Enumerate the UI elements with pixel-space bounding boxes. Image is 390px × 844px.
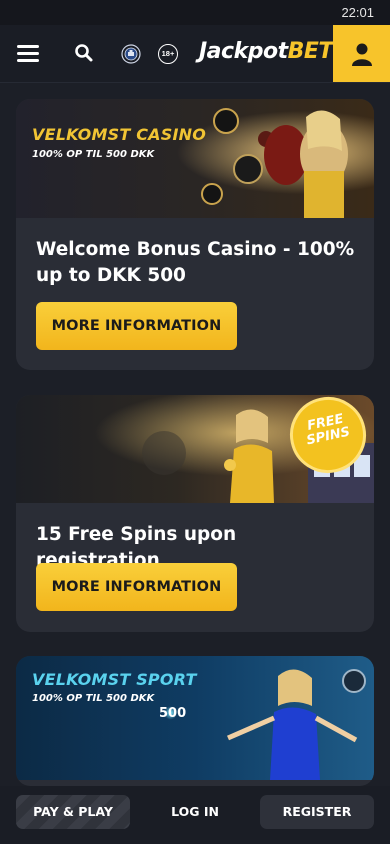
banner-subtitle: 100% OP TIL 500 DKK [32, 149, 155, 160]
header: 18+ JackpotBET [0, 25, 390, 83]
banner-title: VELKOMST SPORT [32, 670, 197, 689]
promo-banner-free-spins[interactable]: FREE SPINS [16, 395, 374, 503]
status-bar: 22:01 [0, 0, 390, 25]
promo-banner-casino[interactable]: VELKOMST CASINO 100% OP TIL 500 DKK [16, 99, 374, 218]
promo-card-sport: VELKOMST SPORT 100% OP TIL 500 DKK 500 [16, 656, 374, 786]
menu-icon[interactable] [17, 45, 39, 62]
user-icon [352, 43, 372, 66]
banner-subtitle: 100% OP TIL 500 DKK [32, 693, 155, 704]
pay-and-play-button[interactable]: PAY & PLAY [16, 795, 130, 829]
search-icon[interactable] [74, 43, 94, 63]
register-button[interactable]: REGISTER [260, 795, 374, 829]
bonus-amount: 500 [159, 706, 187, 721]
age-18-icon[interactable]: 18+ [158, 44, 178, 64]
account-button[interactable] [333, 25, 390, 82]
promo-banner-sport[interactable]: VELKOMST SPORT 100% OP TIL 500 DKK 500 [16, 656, 374, 780]
logo-part-1: Jackpot [199, 39, 288, 64]
login-button[interactable]: LOG IN [140, 795, 250, 829]
license-seal-icon[interactable] [121, 44, 141, 64]
more-information-button[interactable]: MORE INFORMATION [36, 302, 237, 350]
card-title: Welcome Bonus Casino - 100% up to DKK 50… [36, 239, 355, 286]
bottom-action-bar: PAY & PLAY LOG IN REGISTER [0, 786, 390, 844]
banner-title: VELKOMST CASINO [32, 125, 207, 144]
more-information-button[interactable]: MORE INFORMATION [36, 563, 237, 611]
status-time: 22:01 [341, 5, 374, 20]
logo-part-2: BET [287, 39, 334, 64]
logo[interactable]: JackpotBET [199, 39, 333, 69]
promo-card-casino: VELKOMST CASINO 100% OP TIL 500 DKK Welc… [16, 99, 374, 370]
promo-card-free-spins: FREE SPINS 15 Free Spins upon registrati… [16, 395, 374, 632]
